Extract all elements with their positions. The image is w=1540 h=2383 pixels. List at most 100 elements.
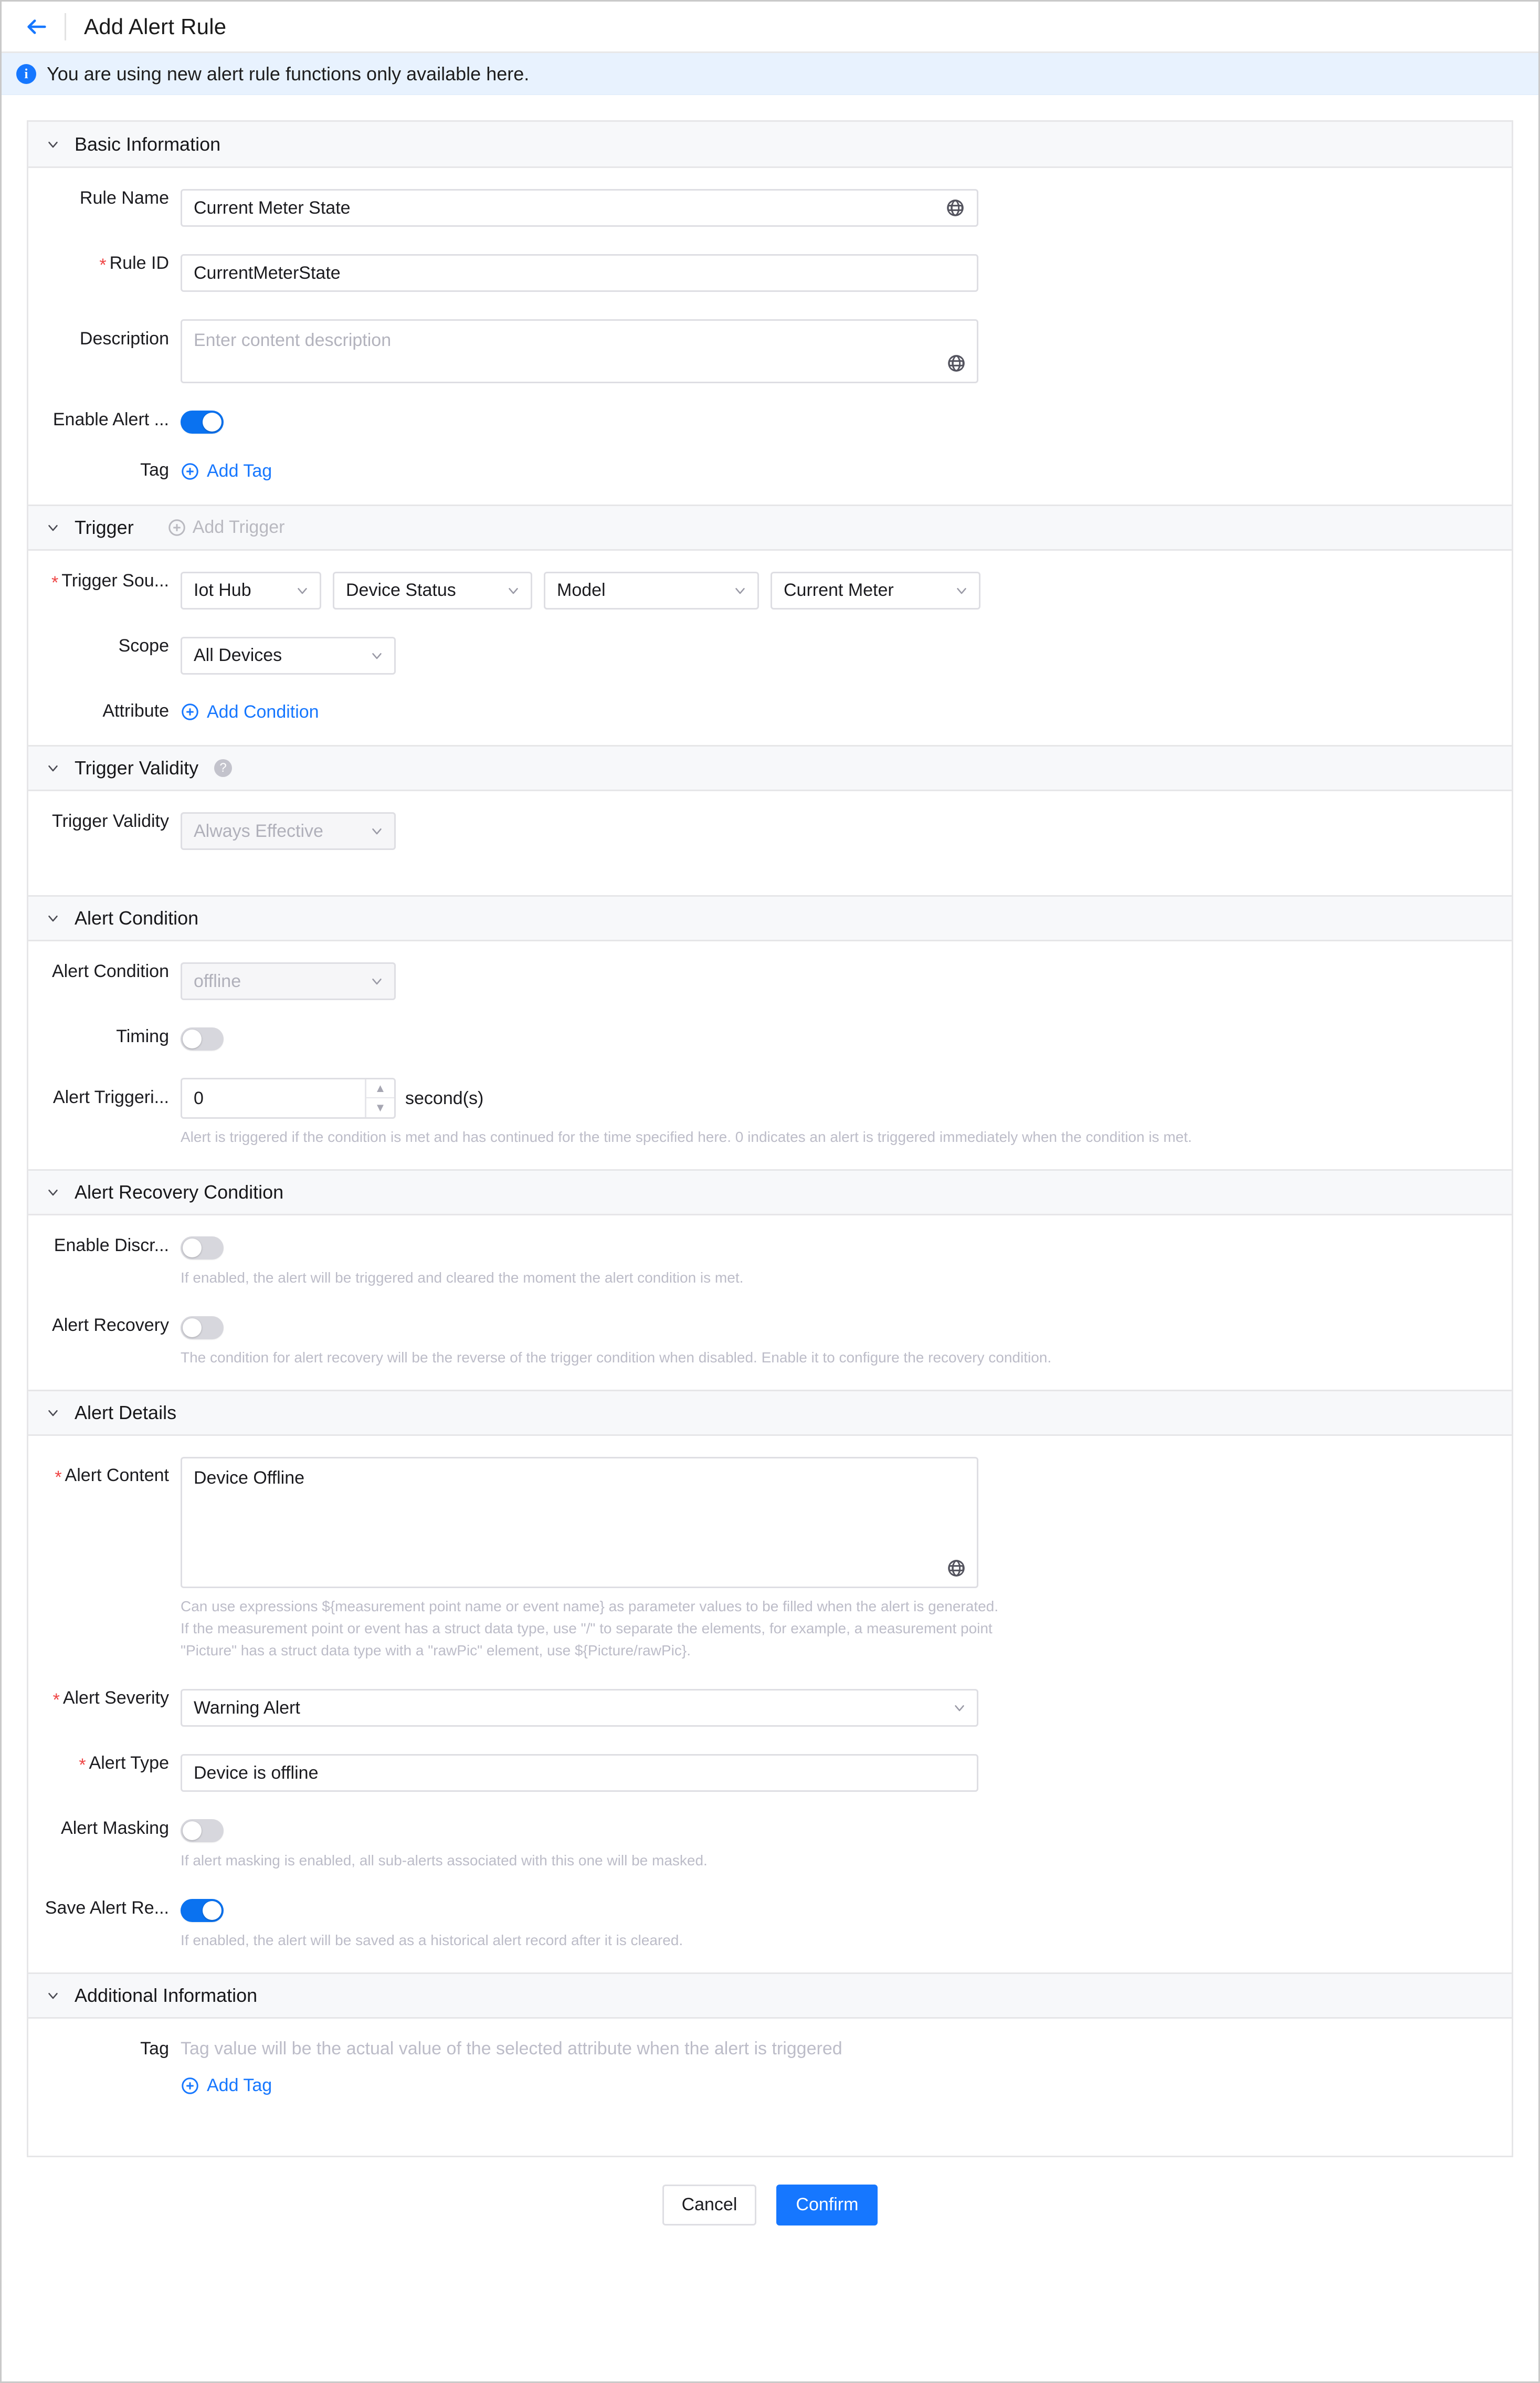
description-label: Description <box>79 329 169 349</box>
rule-id-value: CurrentMeterState <box>194 263 341 283</box>
stepper-up-icon[interactable]: ▲ <box>366 1079 394 1098</box>
section-header-alert-condition[interactable]: Alert Condition <box>28 895 1512 941</box>
back-arrow-icon[interactable] <box>20 11 53 43</box>
alert-content-hint-line-3: "Picture" has a struct data type with a … <box>181 1642 691 1658</box>
trigger-source-select-3[interactable]: Model <box>544 571 759 610</box>
section-body-alert-details: * Alert Content Device Offline Can use e… <box>28 1436 1512 1972</box>
row-trigger-validity: Trigger Validity Always Effective <box>28 812 1512 850</box>
chevron-down-icon <box>952 1700 967 1716</box>
description-placeholder: Enter content description <box>194 330 392 350</box>
globe-icon[interactable] <box>945 198 965 218</box>
timing-toggle[interactable] <box>181 1027 224 1051</box>
chevron-down-icon <box>294 583 310 599</box>
alert-triggering-input[interactable]: 0 ▲ ▼ <box>181 1078 396 1119</box>
confirm-button[interactable]: Confirm <box>776 2184 878 2225</box>
plus-circle-icon <box>167 518 186 537</box>
section-body-alert-recovery-condition: Enable Discr... If enabled, the alert wi… <box>28 1215 1512 1390</box>
row-alert-content: * Alert Content Device Offline Can use e… <box>28 1457 1512 1662</box>
alert-condition-select[interactable]: offline <box>181 962 396 1000</box>
trigger-source-select-2[interactable]: Device Status <box>333 571 532 610</box>
cancel-button[interactable]: Cancel <box>662 2184 757 2225</box>
save-alert-record-toggle[interactable] <box>181 1899 224 1922</box>
alert-severity-label: * Alert Severity <box>52 1688 169 1710</box>
required-star: * <box>52 1690 60 1710</box>
section-body-trigger-validity: Trigger Validity Always Effective <box>28 791 1512 895</box>
section-title: Alert Details <box>75 1402 177 1423</box>
alert-content-textarea[interactable]: Device Offline <box>181 1457 978 1588</box>
chevron-down-icon <box>732 583 748 599</box>
stepper-down-icon[interactable]: ▼ <box>366 1098 394 1117</box>
globe-icon[interactable] <box>946 1558 966 1578</box>
row-alert-masking: Alert Masking If alert masking is enable… <box>28 1819 1512 1872</box>
trigger-source-select-4[interactable]: Current Meter <box>771 571 980 610</box>
save-alert-record-hint: If enabled, the alert will be saved as a… <box>181 1932 683 1948</box>
alert-condition-label: Alert Condition <box>51 961 169 981</box>
alert-severity-value: Warning Alert <box>194 1697 300 1718</box>
additional-add-tag-button[interactable]: Add Tag <box>181 2075 272 2096</box>
alert-type-value: Device is offline <box>194 1762 319 1783</box>
rule-id-input[interactable]: CurrentMeterState <box>181 254 978 292</box>
row-scope: Scope All Devices <box>28 636 1512 675</box>
alert-content-hint-line-1: Can use expressions ${measurement point … <box>181 1598 999 1614</box>
question-mark-icon[interactable]: ? <box>214 759 233 777</box>
section-header-alert-details[interactable]: Alert Details <box>28 1390 1512 1436</box>
trigger-validity-label: Trigger Validity <box>52 811 169 831</box>
add-tag-label: Add Tag <box>207 461 272 481</box>
scope-select[interactable]: All Devices <box>181 636 396 675</box>
alert-masking-toggle[interactable] <box>181 1819 224 1842</box>
page-title: Add Alert Rule <box>84 14 227 39</box>
alert-type-input[interactable]: Device is offline <box>181 1754 978 1792</box>
chevron-down-icon[interactable] <box>44 759 62 777</box>
page-header: Add Alert Rule <box>2 2 1538 53</box>
enable-alert-toggle[interactable] <box>181 411 224 434</box>
section-header-alert-recovery-condition[interactable]: Alert Recovery Condition <box>28 1169 1512 1215</box>
chevron-down-icon[interactable] <box>44 1987 62 2004</box>
add-alert-rule-window: Add Alert Rule i You are using new alert… <box>0 0 1540 2383</box>
chevron-down-icon[interactable] <box>44 519 62 537</box>
timing-label: Timing <box>116 1026 169 1046</box>
chevron-down-icon <box>954 583 969 599</box>
row-alert-type: * Alert Type Device is offline <box>28 1754 1512 1792</box>
description-textarea[interactable]: Enter content description <box>181 319 978 383</box>
add-condition-button[interactable]: Add Condition <box>181 702 319 722</box>
alert-recovery-toggle[interactable] <box>181 1316 224 1339</box>
chevron-down-icon <box>369 823 385 839</box>
enable-discrete-hint: If enabled, the alert will be triggered … <box>181 1269 744 1286</box>
section-body-basic-information: Rule Name Current Meter State * Rule ID <box>28 168 1512 505</box>
section-header-basic-information[interactable]: Basic Information <box>28 122 1512 168</box>
globe-icon[interactable] <box>946 353 966 373</box>
trigger-source-select-1[interactable]: Iot Hub <box>181 571 321 610</box>
alert-triggering-hint: Alert is triggered if the condition is m… <box>181 1129 1192 1145</box>
rule-id-label: * Rule ID <box>99 253 169 275</box>
row-alert-condition: Alert Condition offline <box>28 962 1512 1000</box>
chevron-down-icon <box>369 973 385 989</box>
scope-value: All Devices <box>194 645 282 665</box>
chevron-down-icon[interactable] <box>44 135 62 153</box>
alert-severity-select[interactable]: Warning Alert <box>181 1689 978 1727</box>
alert-recovery-label: Alert Recovery <box>52 1315 169 1335</box>
add-tag-button[interactable]: Add Tag <box>181 461 272 481</box>
chevron-down-icon <box>369 648 385 664</box>
section-header-additional-information[interactable]: Additional Information <box>28 1972 1512 2019</box>
enable-discrete-toggle[interactable] <box>181 1236 224 1259</box>
form-wrapper: Basic Information Rule Name Current Mete… <box>2 95 1538 2157</box>
enable-discrete-label: Enable Discr... <box>54 1235 169 1255</box>
alert-content-hint-line-2: If the measurement point or event has a … <box>181 1620 993 1636</box>
add-trigger-button[interactable]: Add Trigger <box>167 517 284 538</box>
additional-tag-label: Tag <box>140 2039 169 2059</box>
form-panel: Basic Information Rule Name Current Mete… <box>27 120 1513 2157</box>
section-header-trigger-validity[interactable]: Trigger Validity ? <box>28 745 1512 791</box>
section-title: Alert Recovery Condition <box>75 1181 284 1203</box>
rule-name-label: Rule Name <box>79 188 169 208</box>
tag-label: Tag <box>140 460 169 480</box>
additional-tag-note: Tag value will be the actual value of th… <box>181 2039 842 2059</box>
chevron-down-icon[interactable] <box>44 1404 62 1422</box>
info-icon: i <box>16 64 36 84</box>
section-header-trigger[interactable]: Trigger Add Trigger <box>28 504 1512 551</box>
rule-name-input[interactable]: Current Meter State <box>181 189 978 227</box>
chevron-down-icon[interactable] <box>44 909 62 927</box>
chevron-down-icon[interactable] <box>44 1183 62 1201</box>
trigger-validity-select[interactable]: Always Effective <box>181 812 396 850</box>
enable-alert-label: Enable Alert ... <box>52 410 169 429</box>
additional-add-tag-label: Add Tag <box>207 2075 272 2095</box>
